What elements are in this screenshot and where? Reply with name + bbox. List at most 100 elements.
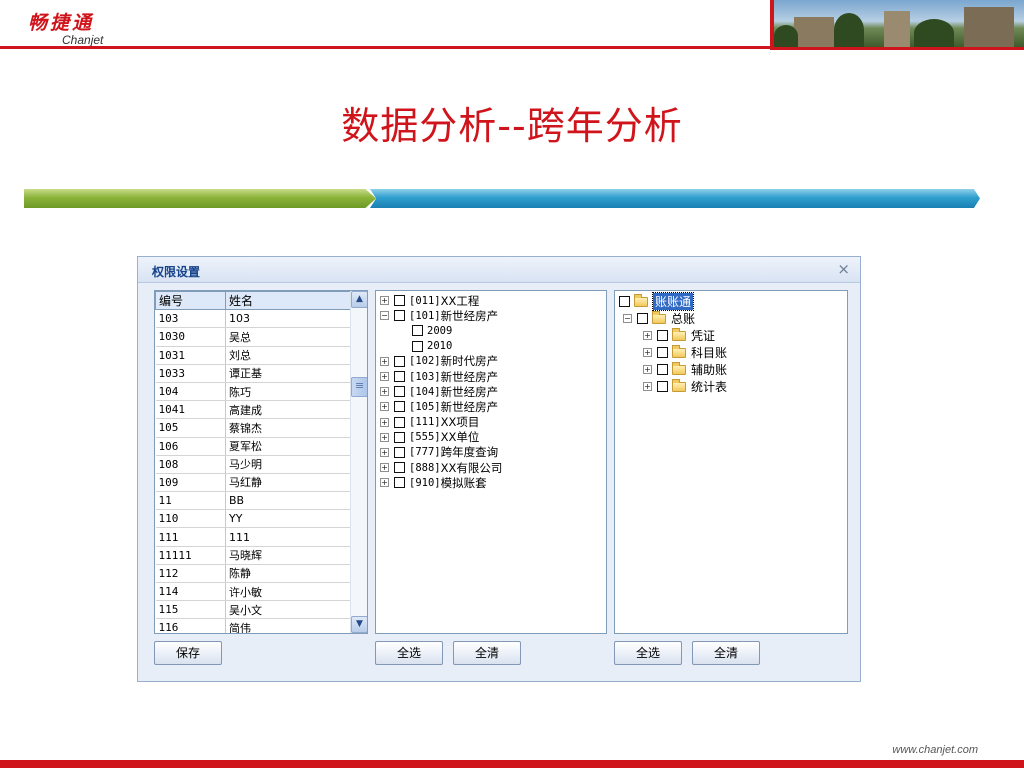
expand-icon[interactable]: + bbox=[380, 296, 389, 306]
checkbox[interactable] bbox=[637, 313, 648, 324]
checkbox[interactable] bbox=[412, 325, 423, 337]
table-row[interactable]: 110 YY bbox=[155, 509, 351, 529]
checkbox[interactable] bbox=[394, 401, 405, 413]
tree-node-account-set[interactable]: + [104] 新世经房产 bbox=[380, 384, 502, 399]
account-set-name: XX有限公司 bbox=[440, 460, 503, 475]
node-label: 总账 bbox=[671, 312, 696, 326]
tree-node-account-set[interactable]: + [103] 新世经房产 bbox=[380, 369, 502, 384]
table-row[interactable]: 106 夏军松 bbox=[155, 437, 351, 456]
expand-icon[interactable]: + bbox=[643, 382, 652, 391]
permission-node[interactable]: + 统计表 bbox=[643, 378, 727, 395]
checkbox[interactable] bbox=[619, 296, 630, 307]
account-set-tree-panel: + [011] XX工程 − [101] 新世经房产 2009 2010 + [102] 新时代房产… bbox=[375, 290, 607, 634]
checkbox[interactable] bbox=[657, 347, 668, 358]
checkbox[interactable] bbox=[394, 386, 405, 398]
decor-bar-green bbox=[24, 189, 376, 208]
table-row[interactable]: 111 111 bbox=[155, 527, 351, 547]
collapse-icon[interactable]: − bbox=[623, 314, 632, 323]
table-row[interactable]: 1033 谭正基 bbox=[155, 364, 351, 383]
tree-node-account-set[interactable]: + [102] 新时代房产 bbox=[380, 354, 502, 369]
expand-icon[interactable]: + bbox=[380, 402, 389, 412]
table-row[interactable]: 109 马红静 bbox=[155, 473, 351, 493]
checkbox[interactable] bbox=[394, 462, 405, 474]
checkbox[interactable] bbox=[394, 477, 405, 489]
account-set-code: [101] bbox=[409, 309, 441, 322]
permission-node[interactable]: + 凭证 bbox=[643, 327, 727, 344]
expand-icon[interactable]: + bbox=[380, 372, 389, 382]
table-row[interactable]: 105 蔡锦杰 bbox=[155, 418, 351, 438]
expand-icon[interactable]: + bbox=[380, 447, 389, 457]
checkbox[interactable] bbox=[394, 310, 405, 322]
permissions-clear-all-button[interactable]: 全清 bbox=[692, 641, 760, 665]
expand-icon[interactable]: + bbox=[380, 417, 389, 427]
table-row[interactable]: 108 马少明 bbox=[155, 455, 351, 474]
permission-root-node[interactable]: 账账通 bbox=[619, 292, 727, 311]
accounts-select-all-button[interactable]: 全选 bbox=[375, 641, 443, 665]
column-header-name[interactable]: 姓名 bbox=[225, 291, 351, 311]
checkbox[interactable] bbox=[657, 364, 668, 375]
tree-node-account-set[interactable]: + [910] 模拟账套 bbox=[380, 475, 502, 490]
tree-node-account-set[interactable]: 2010 bbox=[412, 339, 502, 354]
scroll-down-icon[interactable]: ▼ bbox=[351, 616, 367, 633]
checkbox[interactable] bbox=[394, 431, 405, 443]
permissions-select-all-button[interactable]: 全选 bbox=[614, 641, 682, 665]
checkbox[interactable] bbox=[657, 381, 668, 392]
collapse-icon[interactable]: − bbox=[380, 311, 389, 321]
table-row[interactable]: 116 简伟 bbox=[155, 618, 351, 633]
expand-icon[interactable]: + bbox=[380, 463, 389, 473]
expand-icon[interactable]: + bbox=[380, 356, 389, 366]
user-code-cell: 112 bbox=[155, 564, 226, 584]
expand-icon[interactable]: + bbox=[643, 365, 652, 374]
table-row[interactable]: 115 吴小文 bbox=[155, 600, 351, 620]
table-row[interactable]: 1030 吴总 bbox=[155, 327, 351, 347]
expand-icon[interactable]: + bbox=[380, 478, 389, 488]
table-row[interactable]: 104 陈巧 bbox=[155, 382, 351, 402]
account-set-code: [888] bbox=[409, 461, 441, 474]
table-row[interactable]: 1031 刘总 bbox=[155, 346, 351, 365]
scroll-up-icon[interactable]: ▲ bbox=[351, 291, 367, 308]
checkbox[interactable] bbox=[394, 295, 405, 307]
tree-node-account-set[interactable]: + [011] XX工程 bbox=[380, 293, 502, 308]
table-row[interactable]: 11 BB bbox=[155, 491, 351, 511]
tree-node-account-set[interactable]: + [888] XX有限公司 bbox=[380, 460, 502, 475]
table-row[interactable]: 11111 马晓辉 bbox=[155, 546, 351, 565]
accounts-clear-all-button[interactable]: 全清 bbox=[453, 641, 521, 665]
tree-node-account-set[interactable]: 2009 bbox=[412, 323, 502, 338]
permission-node-general-ledger[interactable]: − 总账 bbox=[623, 310, 727, 327]
tree-node-account-set[interactable]: + [105] 新世经房产 bbox=[380, 399, 502, 414]
table-row[interactable]: 112 陈静 bbox=[155, 564, 351, 584]
tree-node-account-set[interactable]: + [777] 跨年度查询 bbox=[380, 445, 502, 460]
checkbox[interactable] bbox=[394, 416, 405, 428]
table-row[interactable]: 114 许小敏 bbox=[155, 582, 351, 602]
user-list-scrollbar[interactable]: ▲ ▼ bbox=[350, 291, 367, 633]
tree-node-account-set[interactable]: − [101] 新世经房产 bbox=[380, 308, 502, 323]
expand-icon[interactable]: + bbox=[643, 348, 652, 357]
expand-icon[interactable]: + bbox=[380, 432, 389, 442]
user-name-cell: 谭正基 bbox=[225, 364, 351, 383]
user-name-cell: 简伟 bbox=[225, 618, 351, 633]
tree-node-account-set[interactable]: + [111] XX项目 bbox=[380, 415, 502, 430]
save-button[interactable]: 保存 bbox=[154, 641, 222, 665]
column-header-code[interactable]: 编号 bbox=[155, 291, 226, 311]
table-row[interactable]: 103 103 bbox=[155, 309, 351, 329]
checkbox[interactable] bbox=[394, 355, 405, 367]
permission-node[interactable]: + 科目账 bbox=[643, 344, 727, 361]
close-icon[interactable]: × bbox=[837, 260, 850, 278]
checkbox[interactable] bbox=[394, 446, 405, 458]
expand-icon[interactable]: + bbox=[643, 331, 652, 340]
scroll-thumb[interactable] bbox=[351, 377, 367, 397]
permission-node[interactable]: + 辅助账 bbox=[643, 361, 727, 378]
permission-root-label[interactable]: 账账通 bbox=[651, 292, 695, 311]
account-set-code: [011] bbox=[409, 294, 441, 307]
chanjet-logo: 畅捷通 Chanjet bbox=[28, 8, 103, 47]
checkbox[interactable] bbox=[412, 340, 423, 352]
user-code-cell: 115 bbox=[155, 600, 226, 620]
expand-icon[interactable]: + bbox=[380, 387, 389, 397]
checkbox[interactable] bbox=[394, 371, 405, 383]
checkbox[interactable] bbox=[657, 330, 668, 341]
dialog-title-bar[interactable]: 权限设置 × bbox=[138, 257, 860, 283]
tree-node-account-set[interactable]: + [555] XX单位 bbox=[380, 430, 502, 445]
account-set-name: 2009 bbox=[427, 324, 453, 337]
table-row[interactable]: 1041 高建成 bbox=[155, 400, 351, 420]
user-name-cell: 陈巧 bbox=[225, 382, 351, 402]
